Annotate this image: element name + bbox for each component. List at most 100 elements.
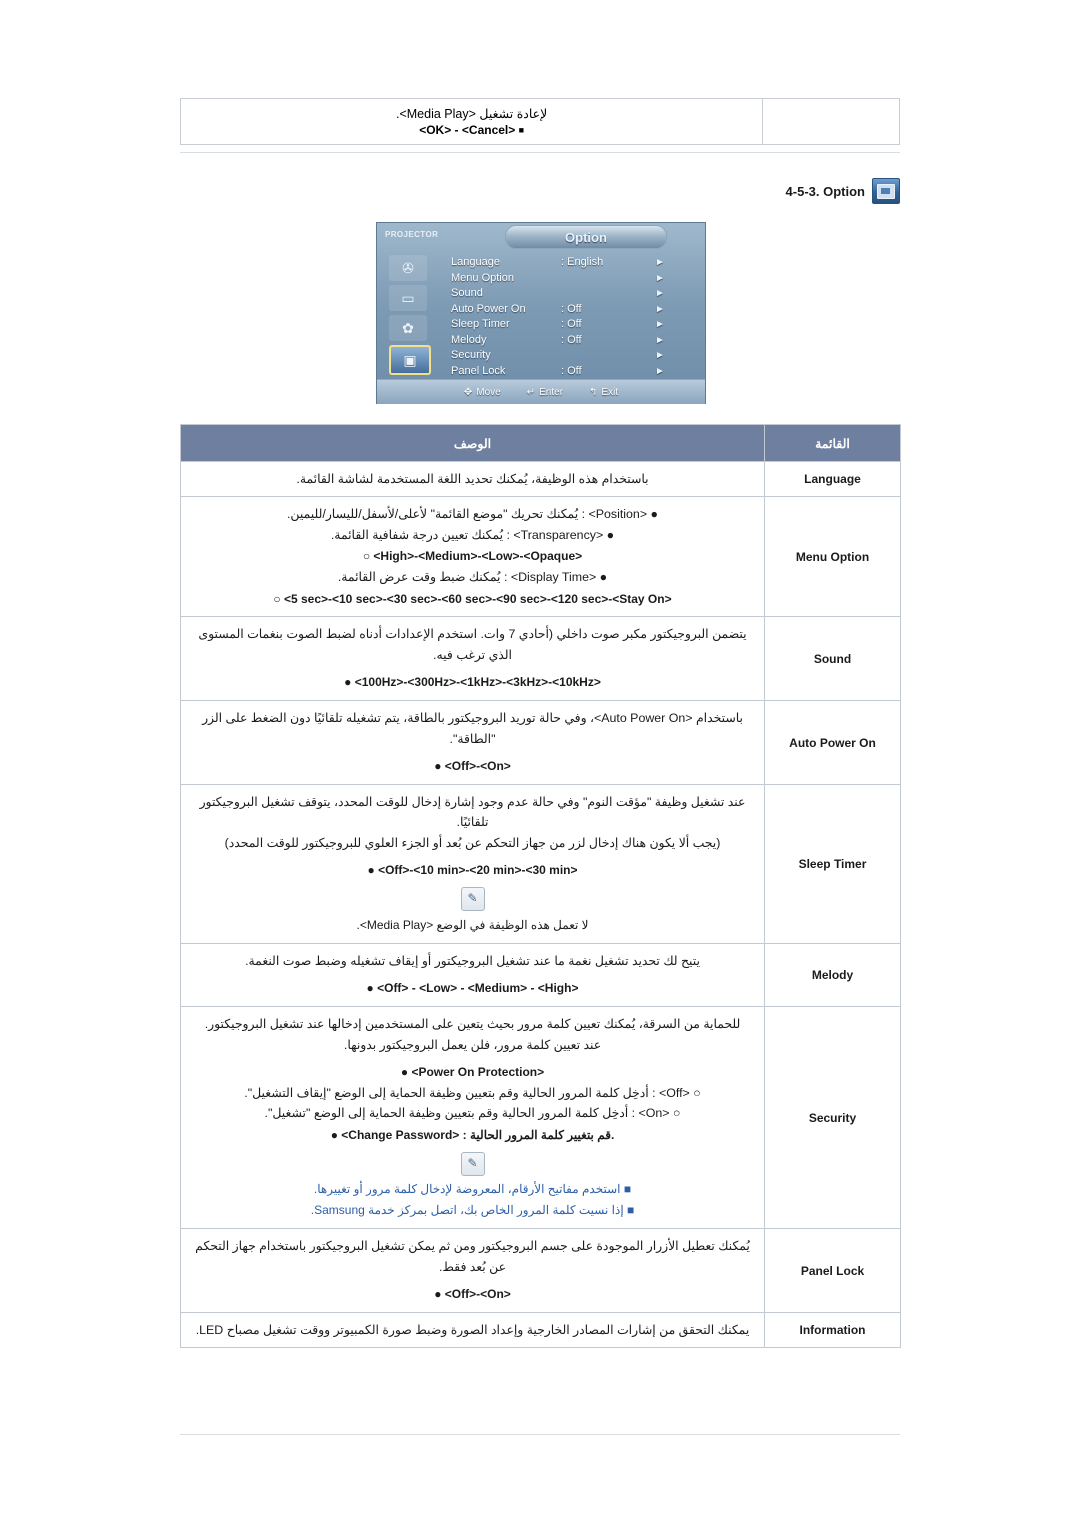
- option-icon: ▣: [389, 345, 431, 375]
- desc-options: ● <100Hz>-<300Hz>-<1kHz>-<3kHz>-<10kHz>: [344, 675, 601, 690]
- osd-footer-label: Exit: [601, 386, 619, 398]
- header-description: الوصف: [180, 424, 765, 462]
- row-name-sound: Sound: [764, 616, 901, 702]
- osd-item-label: Panel Lock: [451, 364, 506, 377]
- row-description: ● <Position> : يُمكنك تحريك "موضع القائم…: [180, 496, 765, 618]
- osd-item-value: : English: [561, 256, 604, 268]
- row-description: باستخدام <Auto Power On>، وفي حالة توريد…: [180, 700, 765, 785]
- note-icon-wrap: ✎: [191, 887, 754, 912]
- osd-item-value: : Off: [561, 318, 582, 330]
- table-row: ● <Position> : يُمكنك تحريك "موضع القائم…: [180, 496, 901, 618]
- top-fragment-description: لإعادة تشغيل <Media Play>. ■ <OK> - <Can…: [179, 98, 764, 145]
- desc-note: ■ استخدم مفاتيح الأرقام، المعروضة لإدخال…: [313, 1181, 632, 1196]
- row-description: باستخدام هذه الوظيفة، يُمكنك تحديد اللغة…: [180, 460, 765, 498]
- osd-menu-item-melody[interactable]: Melody : Off ►: [451, 333, 701, 349]
- row-name-information: Information: [764, 1311, 901, 1349]
- table-row: يتضمن البروجيكتور مكبر صوت داخلي (أحادي …: [180, 616, 901, 702]
- table-row: يتيح لك تحديد تشغيل نغمة ما عند تشغيل ال…: [180, 942, 901, 1008]
- table-header-row: الوصف القائمة: [180, 424, 901, 462]
- desc-options: ● <Off> - <Low> - <Medium> - <High>: [366, 981, 579, 996]
- table-row: باستخدام هذه الوظيفة، يُمكنك تحديد اللغة…: [180, 460, 901, 498]
- desc-note: لا تعمل هذه الوظيفة في الوضع <Media Play…: [356, 918, 589, 933]
- desc-line: (يجب ألا يكون هناك إدخال لزر من جهاز الت…: [224, 835, 721, 850]
- osd-menu-item-security[interactable]: Security ►: [451, 348, 701, 364]
- osd-footer-exit: ↰ Exit: [589, 387, 618, 398]
- osd-menu-item-language[interactable]: Language : English ►: [451, 255, 701, 271]
- osd-brand-label: PROJECTOR: [385, 230, 439, 239]
- row-name-auto-power-on: Auto Power On: [764, 700, 901, 785]
- row-name-language: Language: [764, 460, 901, 498]
- desc-line: ● <Display Time> : يُمكنك ضبط وقت عرض ال…: [337, 570, 608, 585]
- osd-item-label: Menu Option: [451, 271, 514, 284]
- section-title: 4-5-3. Option: [785, 183, 865, 199]
- desc-line: ○ <On> : أدخِل كلمة المرور الحالية وقم ب…: [264, 1106, 681, 1121]
- osd-footer-move: ✥ Move: [464, 387, 501, 398]
- bottom-divider: [180, 1434, 900, 1435]
- desc-line: ● <Transparency> : يُمكنك تعيين درجة شفا…: [330, 527, 615, 542]
- osd-menu-item-sleep-timer[interactable]: Sleep Timer : Off ►: [451, 317, 701, 333]
- desc-options: ● <Off>-<On>: [434, 1287, 511, 1302]
- osd-footer-enter: ↵ Enter: [527, 387, 563, 398]
- osd-menu-list: Language : English ► Menu Option ► Sound…: [451, 255, 701, 395]
- table-row: للحماية من السرقة، يُمكنك تعيين كلمة مرو…: [180, 1006, 901, 1230]
- osd-body: ✇ ▭ ✿ ▣ Language : English ► Menu Option…: [377, 251, 705, 392]
- row-name-panel-lock: Panel Lock: [764, 1228, 901, 1313]
- osd-item-value: : Off: [561, 333, 582, 346]
- table-row: يُمكنك تعطيل الأزرار الموجودة على جسم ال…: [180, 1228, 901, 1313]
- top-fragment-options: <OK> - <Cancel>: [419, 123, 516, 137]
- header-name: القائمة: [764, 424, 901, 462]
- chevron-right-icon: ►: [655, 288, 665, 299]
- osd-item-label: Melody: [451, 333, 487, 346]
- square-bullet-icon: ■: [518, 125, 525, 135]
- osd-footer: ✥ Move ↵ Enter ↰ Exit: [377, 379, 705, 404]
- top-fragment-line1: لإعادة تشغيل <Media Play>.: [395, 107, 548, 121]
- row-description: للحماية من السرقة، يُمكنك تعيين كلمة مرو…: [180, 1006, 765, 1230]
- pencil-note-icon: ✎: [460, 1151, 485, 1176]
- enter-icon: ↵: [526, 386, 536, 398]
- desc-line: عند تشغيل وظيفة "مؤقت النوم" وفي حالة عد…: [199, 794, 746, 830]
- note-icon-wrap: ✎: [191, 1151, 754, 1176]
- osd-title-pill: Option: [505, 225, 667, 249]
- osd-item-label: Language: [451, 256, 500, 268]
- osd-menu-item-panel-lock[interactable]: Panel Lock : Off ►: [451, 364, 701, 380]
- option-panel-icon: [872, 178, 900, 204]
- document-page: لإعادة تشغيل <Media Play>. ■ <OK> - <Can…: [0, 0, 1080, 1527]
- top-fragment-table: لإعادة تشغيل <Media Play>. ■ <OK> - <Can…: [179, 98, 900, 145]
- osd-menu-item-sound[interactable]: Sound ►: [451, 286, 701, 302]
- desc-line: للحماية من السرقة، يُمكنك تعيين كلمة مرو…: [204, 1017, 741, 1032]
- osd-item-value: : Off: [561, 302, 582, 315]
- desc-line: ○ <Off> : أدخِل كلمة المرور الحالية وقم …: [244, 1085, 701, 1100]
- osd-footer-label: Move: [476, 386, 501, 398]
- desc-options: ○ <5 sec>-<10 sec>-<30 sec>-<60 sec>-<90…: [273, 591, 672, 606]
- picture-icon: ✇: [389, 255, 427, 281]
- top-fragment-line2: ■ <OK> - <Cancel>: [189, 122, 754, 140]
- option-menu-table: الوصف القائمة باستخدام هذه الوظيفة، يُمك…: [180, 424, 901, 1349]
- osd-item-label: Sleep Timer: [451, 318, 510, 330]
- osd-item-value: : Off: [561, 364, 582, 377]
- desc-line: باستخدام هذه الوظيفة، يُمكنك تحديد اللغة…: [296, 472, 649, 486]
- chevron-right-icon: ►: [655, 272, 665, 284]
- desc-line: يتضمن البروجيكتور مكبر صوت داخلي (أحادي …: [198, 627, 747, 662]
- desc-line: يمكنك التحقق من إشارات المصادر الخارجية …: [195, 1323, 750, 1337]
- desc-options: ● <Off>-<On>: [434, 759, 511, 774]
- osd-item-label: Auto Power On: [451, 302, 526, 315]
- top-divider: [180, 152, 900, 153]
- chevron-right-icon: ►: [655, 365, 665, 377]
- osd-item-label: Sound: [451, 287, 483, 299]
- osd-menu-item-auto-power-on[interactable]: Auto Power On : Off ►: [451, 302, 701, 318]
- desc-line: يتيح لك تحديد تشغيل نغمة ما عند تشغيل ال…: [245, 953, 700, 968]
- row-description: يتيح لك تحديد تشغيل نغمة ما عند تشغيل ال…: [180, 942, 765, 1008]
- exit-icon: ↰: [589, 386, 598, 398]
- osd-icon-bar: ✇ ▭ ✿ ▣: [381, 251, 443, 379]
- setup-icon: ✿: [389, 315, 427, 341]
- row-description: يتضمن البروجيكتور مكبر صوت داخلي (أحادي …: [180, 616, 765, 702]
- osd-header: PROJECTOR Option: [377, 223, 705, 251]
- osd-menu-item-menu-option[interactable]: Menu Option ►: [451, 271, 701, 287]
- desc-line: باستخدام <Auto Power On>، وفي حالة توريد…: [202, 711, 743, 746]
- section-heading: 4-5-3. Option: [786, 178, 900, 204]
- desc-options: ● <Power On Protection>: [400, 1065, 545, 1080]
- table-row: لإعادة تشغيل <Media Play>. ■ <OK> - <Can…: [179, 98, 900, 145]
- desc-line: ● <Position> : يُمكنك تحريك "موضع القائم…: [286, 507, 658, 522]
- chevron-right-icon: ►: [655, 319, 665, 330]
- move-icon: ✥: [463, 386, 473, 398]
